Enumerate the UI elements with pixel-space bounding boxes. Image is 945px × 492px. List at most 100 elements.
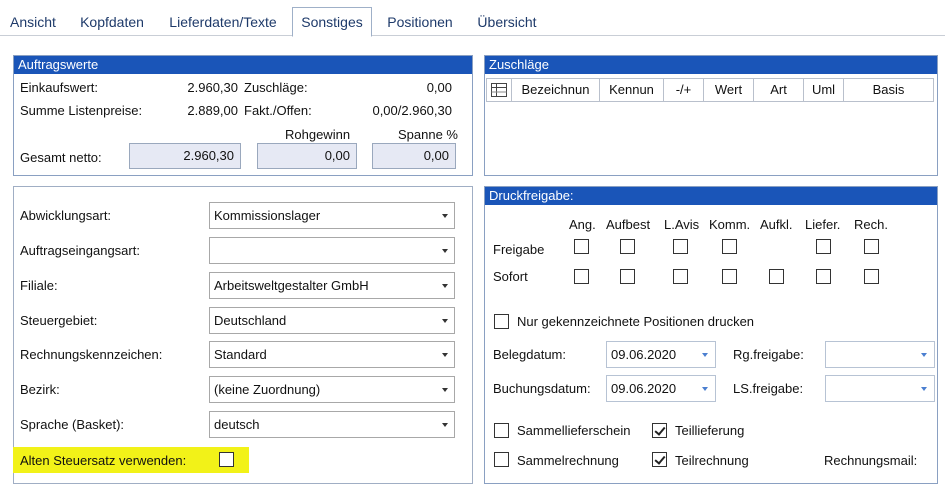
- col-lavis: L.Avis: [664, 217, 700, 232]
- spanne-field: 0,00: [372, 143, 456, 169]
- spanne-label: Spanne %: [398, 127, 458, 142]
- nur-gekennzeichnete-label: Nur gekennzeichnete Positionen drucken: [517, 314, 755, 329]
- summe-listenpreise-value: 2.889,00: [187, 103, 238, 118]
- col-bezeichnung[interactable]: Bezeichnun: [512, 78, 600, 102]
- zuschlaege-value: 0,00: [426, 80, 452, 95]
- row-sofort-label: Sofort: [493, 269, 528, 284]
- teillieferung-label: Teillieferung: [675, 423, 745, 438]
- sammelrechnung-label: Sammelrechnung: [517, 453, 619, 468]
- auftragseingangsart-label: Auftragseingangsart:: [20, 243, 140, 258]
- rg-freigabe-label: Rg.freigabe:: [733, 347, 804, 362]
- bezirk-select[interactable]: (keine Zuordnung): [209, 376, 455, 403]
- sofort-rech-checkbox[interactable]: [864, 269, 879, 284]
- filiale-select[interactable]: Arbeitsweltgestalter GmbH: [209, 272, 455, 299]
- buchungsdatum-value: 09.06.2020: [611, 381, 677, 396]
- zuschlaege-panel: Zuschläge: [484, 55, 938, 176]
- belegdatum-label: Belegdatum:: [493, 347, 566, 362]
- col-komm: Komm.: [709, 217, 751, 232]
- chevron-down-icon: [442, 388, 448, 392]
- sofort-komm-checkbox[interactable]: [722, 269, 737, 284]
- zuschlaege-title: Zuschläge: [485, 56, 937, 74]
- belegdatum-value: 09.06.2020: [611, 347, 677, 362]
- sammelrechnung-checkbox[interactable]: [494, 452, 509, 467]
- grid-table-icon[interactable]: [486, 78, 512, 102]
- steuergebiet-label: Steuergebiet:: [20, 313, 98, 328]
- tab-bar: Ansicht Kopfdaten Lieferdaten/Texte Sons…: [0, 0, 945, 40]
- chevron-down-icon: [702, 387, 708, 391]
- freigabe-ang-checkbox[interactable]: [574, 239, 589, 254]
- rechnungskennzeichen-label: Rechnungskennzeichen:: [20, 347, 163, 362]
- freigabe-rech-checkbox[interactable]: [864, 239, 879, 254]
- abwicklungsart-value: Kommissionslager: [214, 208, 321, 223]
- ls-freigabe-select[interactable]: [825, 375, 935, 402]
- bezirk-value: (keine Zuordnung): [214, 382, 321, 397]
- chevron-down-icon: [702, 353, 708, 357]
- freigabe-lavis-checkbox[interactable]: [673, 239, 688, 254]
- tab-ansicht[interactable]: Ansicht: [4, 10, 62, 36]
- gesamt-netto-label: Gesamt netto:: [20, 150, 102, 165]
- col-liefer: Liefer.: [805, 217, 841, 232]
- teilrechnung-checkbox[interactable]: [652, 452, 667, 467]
- sofort-lavis-checkbox[interactable]: [673, 269, 688, 284]
- nur-gekennzeichnete-checkbox[interactable]: [494, 314, 509, 329]
- summe-listenpreise-label: Summe Listenpreise:: [20, 103, 143, 118]
- chevron-down-icon: [442, 214, 448, 218]
- auftragseingangsart-select[interactable]: [209, 237, 455, 264]
- col-basis[interactable]: Basis: [844, 78, 934, 102]
- chevron-down-icon: [442, 319, 448, 323]
- row-freigabe-label: Freigabe: [493, 242, 545, 257]
- freigabe-liefer-checkbox[interactable]: [816, 239, 831, 254]
- rechnungsmail-label: Rechnungsmail:: [824, 453, 918, 468]
- rechnungskennzeichen-select[interactable]: Standard: [209, 341, 455, 368]
- sammellieferschein-label: Sammellieferschein: [517, 423, 631, 438]
- steuergebiet-select[interactable]: Deutschland: [209, 307, 455, 334]
- tab-uebersicht[interactable]: Übersicht: [470, 10, 544, 36]
- sprache-label: Sprache (Basket):: [20, 417, 125, 432]
- col-kennung[interactable]: Kennun: [600, 78, 664, 102]
- col-rech: Rech.: [854, 217, 888, 232]
- col-wert[interactable]: Wert: [704, 78, 754, 102]
- chevron-down-icon: [921, 353, 927, 357]
- gesamt-netto-field: 2.960,30: [129, 143, 241, 169]
- abwicklungsart-label: Abwicklungsart:: [20, 208, 112, 223]
- sprache-select[interactable]: deutsch: [209, 411, 455, 438]
- tab-positionen[interactable]: Positionen: [380, 10, 460, 36]
- alter-steuersatz-checkbox[interactable]: [219, 452, 234, 467]
- buchungsdatum-picker[interactable]: 09.06.2020: [606, 375, 716, 402]
- steuergebiet-value: Deutschland: [214, 313, 287, 328]
- chevron-down-icon: [442, 423, 448, 427]
- chevron-down-icon: [442, 249, 448, 253]
- druckfreigabe-title: Druckfreigabe:: [485, 187, 937, 205]
- sofort-liefer-checkbox[interactable]: [816, 269, 831, 284]
- chevron-down-icon: [442, 353, 448, 357]
- filiale-value: Arbeitsweltgestalter GmbH: [214, 278, 369, 293]
- rohgewinn-label: Rohgewinn: [285, 127, 351, 142]
- teillieferung-checkbox[interactable]: [652, 423, 667, 438]
- col-plus-minus[interactable]: -/+: [664, 78, 704, 102]
- chevron-down-icon: [921, 387, 927, 391]
- fakt-offen-value: 0,00/2.960,30: [372, 103, 452, 118]
- ls-freigabe-label: LS.freigabe:: [733, 381, 804, 396]
- col-art[interactable]: Art: [754, 78, 804, 102]
- sofort-aufbest-checkbox[interactable]: [620, 269, 635, 284]
- einkaufswert-value: 2.960,30: [187, 80, 238, 95]
- sofort-aufkl-checkbox[interactable]: [769, 269, 784, 284]
- tab-lieferdaten-texte[interactable]: Lieferdaten/Texte: [162, 10, 284, 36]
- stammdaten-panel: [13, 186, 473, 484]
- belegdatum-picker[interactable]: 09.06.2020: [606, 341, 716, 368]
- abwicklungsart-select[interactable]: Kommissionslager: [209, 202, 455, 229]
- freigabe-komm-checkbox[interactable]: [722, 239, 737, 254]
- rohgewinn-field: 0,00: [257, 143, 357, 169]
- sammellieferschein-checkbox[interactable]: [494, 423, 509, 438]
- tab-sonstiges[interactable]: Sonstiges: [292, 7, 372, 37]
- rg-freigabe-select[interactable]: [825, 341, 935, 368]
- col-aufkl: Aufkl.: [760, 217, 793, 232]
- rechnungskennzeichen-value: Standard: [214, 347, 267, 362]
- freigabe-aufbest-checkbox[interactable]: [620, 239, 635, 254]
- einkaufswert-label: Einkaufswert:: [20, 80, 99, 95]
- sofort-ang-checkbox[interactable]: [574, 269, 589, 284]
- col-ang: Ang.: [569, 217, 596, 232]
- tab-kopfdaten[interactable]: Kopfdaten: [72, 10, 152, 36]
- fakt-offen-label: Fakt./Offen:: [244, 103, 312, 118]
- col-uml[interactable]: Uml: [804, 78, 844, 102]
